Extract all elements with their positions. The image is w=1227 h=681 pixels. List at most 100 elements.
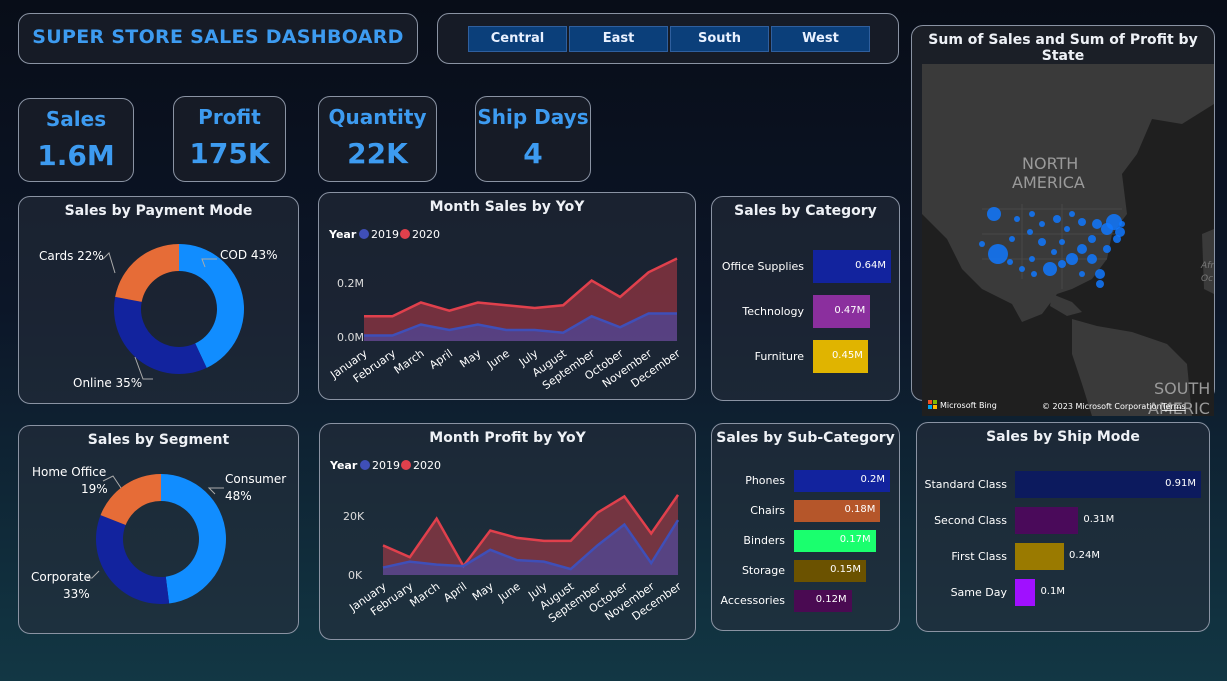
state-bubble[interactable] [988, 244, 1008, 264]
bar-category-label: Phones [745, 474, 785, 487]
bar-category-label: Storage [741, 564, 785, 577]
state-bubble[interactable] [1059, 239, 1065, 245]
bar-data-label: 0.2M [860, 474, 885, 485]
state-bubble[interactable] [1029, 211, 1035, 217]
map-label-south: SOUTH [1154, 379, 1210, 398]
state-bubble[interactable] [987, 207, 1001, 221]
state-bubble[interactable] [1027, 229, 1033, 235]
kpi-ship-days-card: Ship Days 4 [475, 96, 591, 182]
state-bubble[interactable] [1014, 216, 1020, 222]
donut-slice-cards[interactable] [115, 244, 179, 302]
payment-mode-donut[interactable]: COD 43% Online 35% Cards 22% [19, 197, 300, 405]
state-bubble[interactable] [1009, 236, 1015, 242]
state-bubble[interactable] [1007, 259, 1013, 265]
bar-data-label: 0.15M [830, 564, 861, 575]
payment-mode-panel: Sales by Payment Mode COD 43% Online 35%… [18, 196, 299, 404]
kpi-quantity-label: Quantity [328, 105, 427, 129]
state-bubble[interactable] [1029, 256, 1035, 262]
bar-category-label: Accessories [720, 594, 785, 607]
state-bubble[interactable] [1078, 218, 1086, 226]
central-america-landmass [1050, 294, 1082, 316]
state-bubble[interactable] [1039, 221, 1045, 227]
dashboard-title-card: SUPER STORE SALES DASHBOARD [18, 13, 418, 64]
map-terms-link[interactable]: Terms [1161, 402, 1186, 411]
state-bubble[interactable] [1096, 280, 1104, 288]
kpi-quantity-value: 22K [347, 137, 408, 170]
donut-slice-consumer[interactable] [161, 474, 227, 604]
month-sales-ytick-zero: 0.0M [337, 331, 364, 344]
segment-panel: Sales by Segment Consumer 48% Corporate … [18, 425, 299, 634]
bar-category-label: Technology [742, 304, 804, 318]
state-bubble[interactable] [1095, 269, 1105, 279]
state-bubble[interactable] [1019, 266, 1025, 272]
month-profit-legend-2020: 2020 [413, 459, 441, 472]
bar-data-label: 0.24M [1069, 549, 1100, 561]
bar-category-label: Standard Class [924, 477, 1007, 491]
kpi-quantity-card: Quantity 22K [318, 96, 437, 182]
state-bubble[interactable] [1092, 219, 1102, 229]
region-button-east[interactable]: East [569, 26, 668, 52]
north-america-landmass [922, 64, 1214, 322]
map-panel: Sum of Sales and Sum of Profit by State … [911, 25, 1215, 418]
donut-slice-home-office[interactable] [100, 474, 161, 526]
state-bubble[interactable] [1031, 271, 1037, 277]
x-tick-label: April [441, 580, 469, 605]
month-profit-panel: Month Profit by YoY Year 2019 2020 20K 0… [319, 423, 696, 640]
bar-data-label: 0.47M [834, 304, 866, 316]
state-bubble[interactable] [1066, 253, 1078, 265]
consumer-pct: 48% [225, 489, 252, 503]
x-tick-label: March [392, 347, 427, 377]
state-bubble[interactable] [1051, 249, 1057, 255]
microsoft-logo-icon-part [933, 405, 937, 409]
bar[interactable] [1015, 579, 1036, 606]
bar-category-label: Same Day [950, 585, 1007, 599]
category-panel: Sales by Category Office Supplies 0.64M Te… [711, 196, 900, 401]
state-bubble[interactable] [1103, 245, 1111, 253]
state-bubble[interactable] [1053, 215, 1061, 223]
state-bubble[interactable] [1043, 262, 1057, 276]
month-profit-chart[interactable]: Year 2019 2020 20K 0K JanuaryFebruaryMar… [320, 424, 697, 641]
bar-category-label: Chairs [750, 504, 785, 517]
state-bubble[interactable] [1058, 260, 1066, 268]
bar[interactable] [1015, 507, 1079, 534]
kpi-ship-days-value: 4 [523, 137, 543, 170]
donut-slice-online[interactable] [114, 296, 207, 374]
sub-category-title: Sales by Sub-Category [716, 430, 895, 446]
state-bubble[interactable] [1088, 235, 1096, 243]
legend-2020-dot [401, 460, 411, 470]
segment-donut[interactable]: Consumer 48% Corporate 33% Home Office 1… [19, 426, 300, 635]
state-bubble[interactable] [1087, 254, 1097, 264]
state-bubble[interactable] [1079, 271, 1085, 277]
state-bubble[interactable] [1113, 235, 1121, 243]
state-bubble[interactable] [1069, 211, 1075, 217]
legend-2019-dot [360, 460, 370, 470]
region-slicer: Central East South West [437, 13, 899, 64]
region-button-south[interactable]: South [670, 26, 769, 52]
donut-slice-corporate[interactable] [95, 515, 170, 604]
map-label-north: NORTH [1022, 154, 1078, 173]
map-label-africa: Afr [1200, 261, 1214, 271]
month-sales-chart[interactable]: Year 2019 2020 0.2M 0.0M JanuaryFebruary… [319, 193, 697, 401]
month-profit-plot-area: JanuaryFebruaryMarchApril May June JulyAugu… [346, 494, 684, 625]
state-bubble[interactable] [979, 241, 985, 247]
region-button-central[interactable]: Central [468, 26, 567, 52]
state-bubble[interactable] [1119, 221, 1125, 227]
segment-donut-slices [95, 474, 227, 604]
map-title: Sum of Sales and Sum of Profit by State [928, 32, 1198, 64]
bing-attribution: Microsoft Bing [940, 401, 997, 410]
state-bubble[interactable] [1077, 244, 1087, 254]
cards-leader-line [102, 252, 116, 274]
map-label-america: AMERICA [1012, 173, 1085, 192]
state-bubble[interactable] [1038, 238, 1046, 246]
ship-mode-title: Sales by Ship Mode [986, 429, 1140, 445]
microsoft-logo-icon-part [928, 405, 932, 409]
state-map[interactable]: NORTH AMERICA SOUTH AMERIC Afr Oc Micros… [922, 64, 1215, 418]
region-button-west[interactable]: West [771, 26, 870, 52]
bar-data-label: 0.64M [855, 259, 886, 271]
x-tick-label: March [407, 580, 442, 610]
bar-data-label: 0.17M [839, 534, 871, 545]
bar[interactable] [1015, 543, 1065, 570]
corporate-label: Corporate [31, 570, 91, 584]
state-bubble[interactable] [1064, 226, 1070, 232]
corporate-pct: 33% [63, 587, 90, 601]
